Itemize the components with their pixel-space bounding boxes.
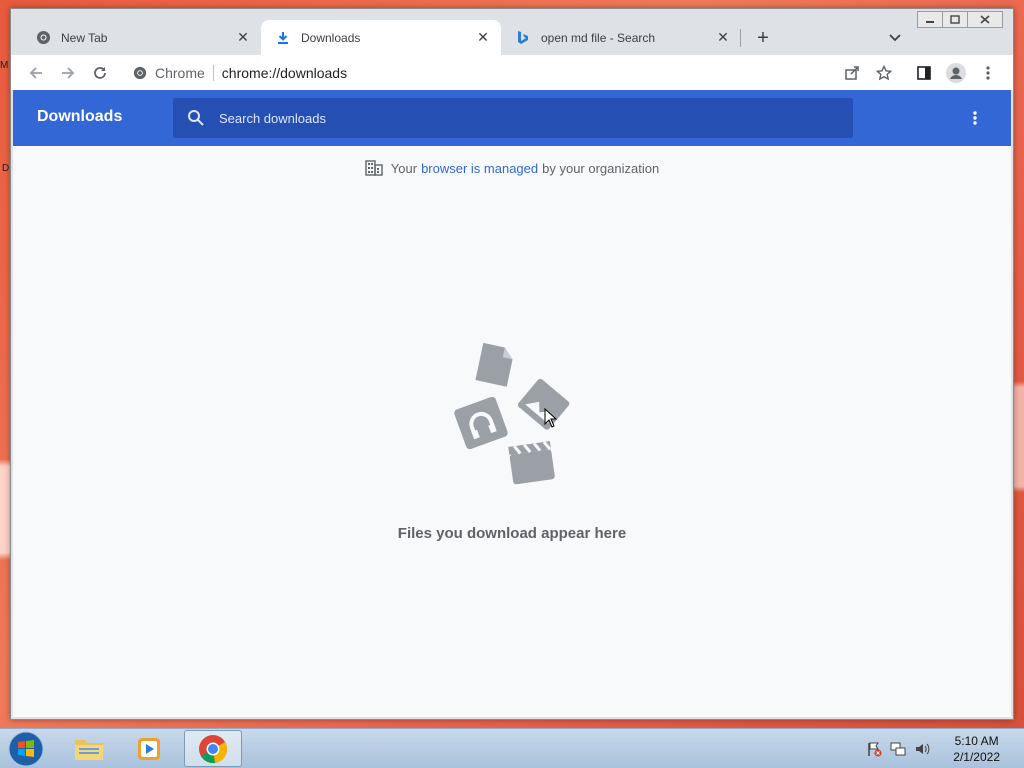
empty-state-message: Files you download appear here <box>397 525 627 542</box>
bing-icon <box>515 30 531 46</box>
managed-notice: Your browser is managed by your organiza… <box>13 160 1011 176</box>
desktop-edge-text: M <box>0 60 9 71</box>
profile-avatar-icon[interactable] <box>943 60 969 86</box>
system-clock[interactable]: 5:10 AM 2/1/2022 <box>953 733 1000 765</box>
restore-button[interactable] <box>942 11 968 28</box>
taskbar: 5:10 AM 2/1/2022 <box>0 728 1024 768</box>
action-center-flag-icon[interactable] <box>866 741 882 757</box>
managed-suffix: by your organization <box>542 160 660 176</box>
tab-label: Downloads <box>301 30 361 45</box>
forward-button[interactable] <box>55 60 81 86</box>
share-icon[interactable] <box>839 60 865 86</box>
windows-logo-icon <box>8 731 44 766</box>
tab-divider <box>740 29 741 47</box>
tab-label: open md file - Search <box>541 30 656 45</box>
address-bar[interactable]: Chrome chrome://downloads <box>123 59 875 87</box>
media-player-icon <box>138 737 160 760</box>
close-icon[interactable]: ✕ <box>235 29 251 46</box>
volume-icon[interactable] <box>914 741 930 757</box>
managed-prefix: Your <box>390 160 418 176</box>
tab-downloads[interactable]: Downloads ✕ <box>261 20 501 55</box>
clock-date: 2/1/2022 <box>953 750 1000 764</box>
media-player-taskbar-button[interactable] <box>124 730 174 767</box>
mouse-cursor-icon <box>544 408 558 428</box>
tab-strip: New Tab ✕ Downloads ✕ open md file - Sea… <box>11 9 1013 55</box>
managed-link[interactable]: browser is managed <box>421 161 538 176</box>
back-button[interactable] <box>23 60 49 86</box>
minimize-button[interactable] <box>917 11 943 28</box>
desktop-edge-text: D <box>2 163 10 174</box>
video-clapper-icon <box>508 441 555 485</box>
close-window-button[interactable] <box>967 11 1003 28</box>
chrome-icon <box>199 734 227 763</box>
start-button[interactable] <box>4 730 48 767</box>
search-bar[interactable] <box>173 98 853 138</box>
tab-search-button[interactable] <box>883 26 907 50</box>
tab-label: New Tab <box>61 30 108 45</box>
download-icon <box>275 30 291 46</box>
more-actions-icon[interactable] <box>965 108 985 128</box>
tab-search[interactable]: open md file - Search ✕ <box>501 20 741 55</box>
chrome-icon <box>133 66 147 80</box>
browser-toolbar: Chrome chrome://downloads <box>11 55 1013 90</box>
side-panel-icon[interactable] <box>911 60 937 86</box>
chrome-menu-icon[interactable] <box>975 60 1001 86</box>
page-title: Downloads <box>37 108 123 125</box>
tab-new-tab[interactable]: New Tab ✕ <box>21 20 261 55</box>
downloads-header: Downloads <box>13 90 1011 146</box>
folder-icon <box>75 739 103 760</box>
chrome-icon <box>35 30 51 46</box>
site-info-chip[interactable]: Chrome <box>123 65 205 81</box>
reload-button[interactable] <box>87 60 113 86</box>
chrome-taskbar-button[interactable] <box>184 730 242 767</box>
browser-window: New Tab ✕ Downloads ✕ open md file - Sea… <box>10 8 1014 720</box>
new-tab-button[interactable]: + <box>751 26 775 50</box>
audio-icon <box>454 396 508 450</box>
network-icon[interactable] <box>890 741 906 757</box>
document-icon <box>475 342 513 387</box>
search-icon <box>188 110 204 126</box>
clock-time: 5:10 AM <box>954 734 999 748</box>
file-explorer-taskbar-button[interactable] <box>64 730 114 767</box>
url-text[interactable]: chrome://downloads <box>222 65 347 81</box>
building-icon <box>365 160 383 176</box>
downloads-page: Downloads Your browser is managed by you… <box>13 90 1011 717</box>
site-chip-label: Chrome <box>155 65 205 81</box>
search-input[interactable] <box>217 109 821 127</box>
close-icon[interactable]: ✕ <box>475 29 491 46</box>
omnibox-divider <box>212 65 214 81</box>
bookmark-star-icon[interactable] <box>871 60 897 86</box>
close-icon[interactable]: ✕ <box>715 29 731 46</box>
